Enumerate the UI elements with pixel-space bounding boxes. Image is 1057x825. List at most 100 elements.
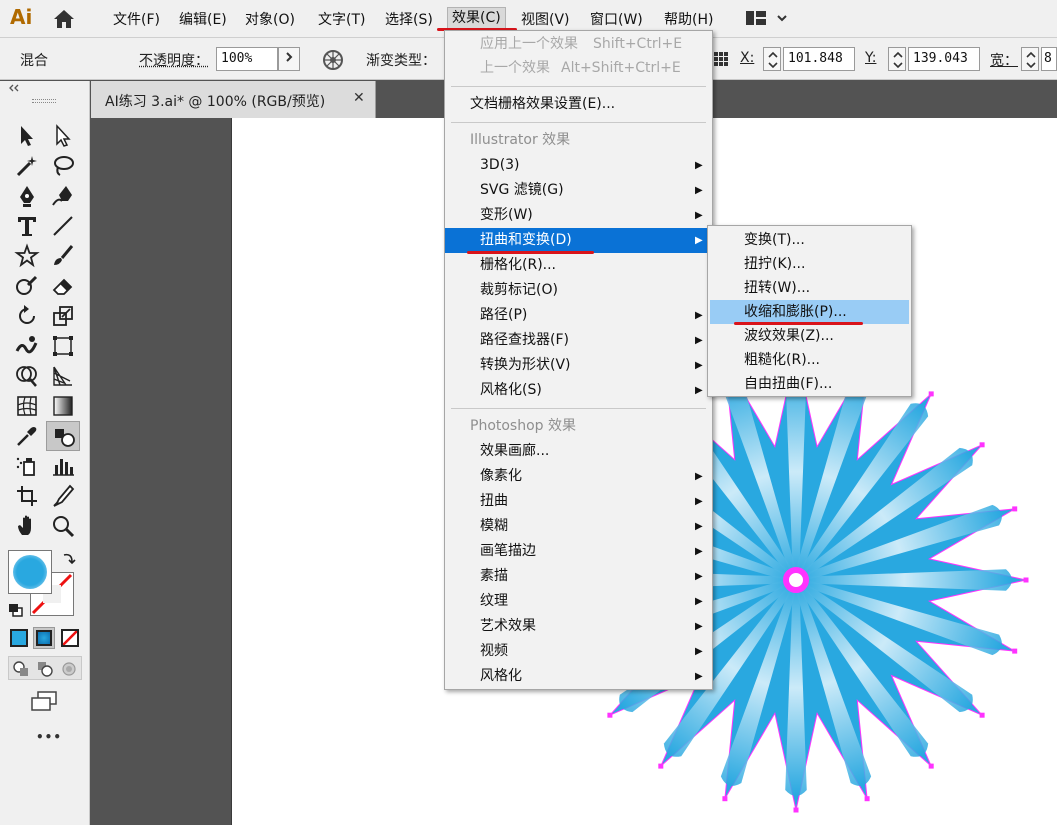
menu-crop-marks[interactable]: 裁剪标记(O): [445, 278, 712, 303]
curvature-tool-icon[interactable]: [50, 183, 76, 209]
color-mode-button[interactable]: [10, 629, 28, 647]
workspace-layout-icon[interactable]: [746, 11, 766, 25]
star-tool-icon[interactable]: [14, 243, 40, 269]
submenu-transform[interactable]: 变换(T)...: [708, 228, 911, 252]
menu-convert-to-shape[interactable]: 转换为形状(V) ▶: [445, 353, 712, 378]
y-stepper[interactable]: [888, 47, 906, 71]
gradient-tool-icon[interactable]: [50, 393, 76, 419]
anchor-point[interactable]: [658, 763, 664, 769]
gradient-mode-button[interactable]: [33, 627, 55, 649]
none-mode-button[interactable]: [61, 629, 79, 647]
menu-distort[interactable]: 扭曲 ▶: [445, 489, 712, 514]
anchor-point[interactable]: [722, 796, 728, 802]
menu-rasterize[interactable]: 栅格化(R)...: [445, 253, 712, 278]
opacity-input[interactable]: 100%: [216, 47, 278, 71]
menu-3d[interactable]: 3D(3) ▶: [445, 153, 712, 178]
perspective-grid-tool-icon[interactable]: [50, 363, 76, 389]
menu-pathfinder[interactable]: 路径查找器(F) ▶: [445, 328, 712, 353]
width-input[interactable]: 8: [1041, 47, 1057, 71]
anchor-point[interactable]: [1023, 577, 1029, 583]
pen-tool-icon[interactable]: [14, 183, 40, 209]
swap-fill-stroke-icon[interactable]: [62, 551, 76, 565]
warp-tool-icon[interactable]: [14, 333, 40, 359]
menu-warp[interactable]: 变形(W) ▶: [445, 203, 712, 228]
close-icon[interactable]: ✕: [353, 90, 365, 106]
chevron-down-icon[interactable]: [776, 12, 788, 24]
anchor-point[interactable]: [1012, 648, 1018, 654]
column-graph-tool-icon[interactable]: [50, 453, 76, 479]
submenu-roughen[interactable]: 粗糙化(R)...: [708, 348, 911, 372]
anchor-point[interactable]: [793, 807, 799, 813]
default-fill-stroke-icon[interactable]: [8, 603, 24, 617]
anchor-point[interactable]: [607, 712, 613, 718]
anchor-point[interactable]: [864, 796, 870, 802]
more-tools-icon[interactable]: •••: [36, 730, 62, 744]
x-input[interactable]: 101.848: [783, 47, 855, 71]
draw-inside-icon[interactable]: [60, 660, 78, 678]
menu-stylize-illustrator[interactable]: 风格化(S) ▶: [445, 378, 712, 403]
anchor-point[interactable]: [1012, 506, 1018, 512]
submenu-twist[interactable]: 扭转(W)...: [708, 276, 911, 300]
document-tab[interactable]: AI练习 3.ai* @ 100% (RGB/预览) ✕: [91, 81, 376, 118]
paintbrush-tool-icon[interactable]: [50, 243, 76, 269]
symbol-sprayer-tool-icon[interactable]: [14, 453, 40, 479]
anchor-point[interactable]: [928, 391, 934, 397]
anchor-point[interactable]: [979, 442, 985, 448]
y-input[interactable]: 139.043: [908, 47, 980, 71]
menu-stylize-photoshop[interactable]: 风格化 ▶: [445, 664, 712, 689]
panel-grip[interactable]: [32, 99, 56, 103]
menu-blur[interactable]: 模糊 ▶: [445, 514, 712, 539]
home-icon[interactable]: [52, 8, 76, 30]
draw-normal-icon[interactable]: [12, 660, 30, 678]
line-segment-tool-icon[interactable]: [50, 213, 76, 239]
artboard-tool-icon[interactable]: [14, 483, 40, 509]
eyedropper-tool-icon[interactable]: [14, 423, 40, 449]
collapse-panel-icon[interactable]: [8, 84, 20, 92]
submenu-free-distort[interactable]: 自由扭曲(F)...: [708, 372, 911, 396]
menu-distort-transform[interactable]: 扭曲和变换(D) ▶: [445, 228, 712, 253]
menu-artistic[interactable]: 艺术效果 ▶: [445, 614, 712, 639]
type-tool-icon[interactable]: [14, 213, 40, 239]
submenu-zig-zag[interactable]: 波纹效果(Z)...: [708, 324, 911, 348]
menu-type[interactable]: 文字(T): [318, 9, 365, 29]
menu-object[interactable]: 对象(O): [245, 9, 295, 29]
menu-pixelate[interactable]: 像素化 ▶: [445, 464, 712, 489]
eraser-tool-icon[interactable]: [50, 273, 76, 299]
screen-mode-icon[interactable]: [30, 690, 58, 712]
menu-window[interactable]: 窗口(W): [590, 9, 643, 29]
rotate-tool-icon[interactable]: [14, 303, 40, 329]
lasso-tool-icon[interactable]: [50, 153, 76, 179]
zoom-tool-icon[interactable]: [50, 513, 76, 539]
menu-select[interactable]: 选择(S): [385, 9, 433, 29]
menu-texture[interactable]: 纹理 ▶: [445, 589, 712, 614]
draw-behind-icon[interactable]: [36, 660, 54, 678]
reference-point-icon[interactable]: [713, 51, 729, 67]
menu-sketch[interactable]: 素描 ▶: [445, 564, 712, 589]
anchor-point[interactable]: [979, 712, 985, 718]
menu-help[interactable]: 帮助(H): [664, 9, 713, 29]
menu-view[interactable]: 视图(V): [521, 9, 570, 29]
scale-tool-icon[interactable]: [50, 303, 76, 329]
width-stepper[interactable]: [1021, 47, 1039, 71]
menu-effect[interactable]: 效果(C): [447, 7, 506, 29]
shape-builder-tool-icon[interactable]: [14, 363, 40, 389]
direct-selection-tool-icon[interactable]: [50, 123, 76, 149]
free-transform-tool-icon[interactable]: [50, 333, 76, 359]
menu-edit[interactable]: 编辑(E): [179, 9, 227, 29]
opacity-dropdown-button[interactable]: [278, 47, 300, 71]
menu-svg-filters[interactable]: SVG 滤镜(G) ▶: [445, 178, 712, 203]
menu-path[interactable]: 路径(P) ▶: [445, 303, 712, 328]
menu-document-raster-settings[interactable]: 文档栅格效果设置(E)...: [445, 92, 712, 117]
submenu-pucker-bloat[interactable]: 收缩和膨胀(P)...: [710, 300, 909, 324]
fill-swatch-front[interactable]: [8, 550, 52, 594]
recolor-artwork-icon[interactable]: [322, 49, 344, 71]
opacity-label[interactable]: 不透明度：: [139, 50, 209, 70]
menu-file[interactable]: 文件(F): [113, 9, 160, 29]
menu-brush-strokes[interactable]: 画笔描边 ▶: [445, 539, 712, 564]
mesh-tool-icon[interactable]: [14, 393, 40, 419]
anchor-point[interactable]: [928, 763, 934, 769]
menu-video[interactable]: 视频 ▶: [445, 639, 712, 664]
x-stepper[interactable]: [763, 47, 781, 71]
menu-effect-gallery[interactable]: 效果画廊...: [445, 439, 712, 464]
magic-wand-tool-icon[interactable]: [14, 153, 40, 179]
